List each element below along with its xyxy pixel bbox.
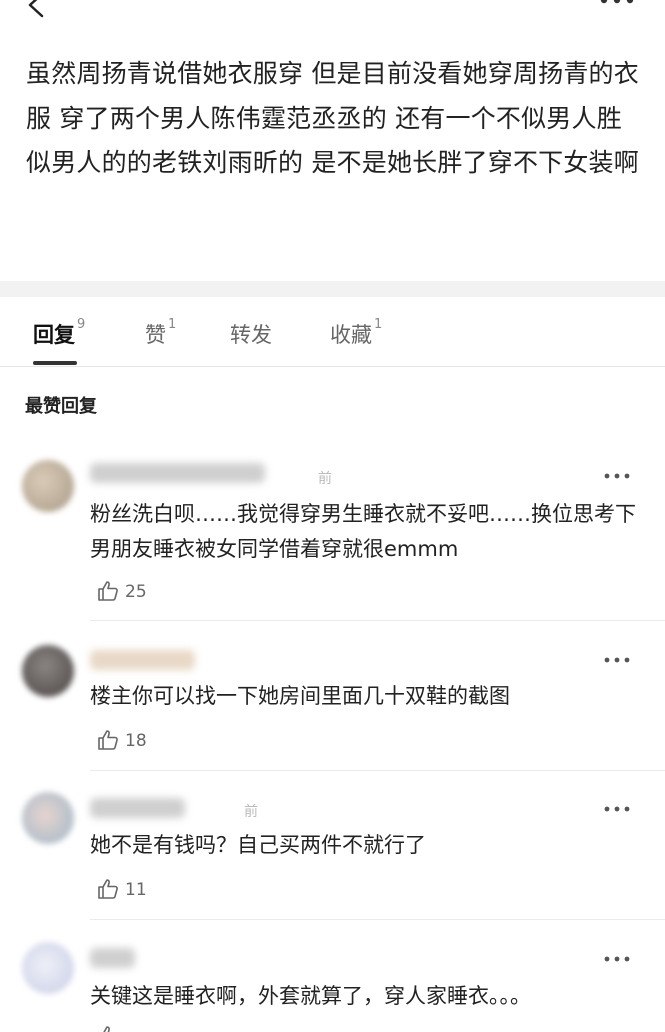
more-options-icon[interactable] <box>599 0 635 6</box>
tab-favorites-label: 收藏 <box>330 323 372 347</box>
tab-replies-label: 回复 <box>33 323 75 347</box>
like-count: 18 <box>125 731 147 751</box>
tab-replies[interactable]: 回复 9 <box>33 317 86 349</box>
avatar[interactable] <box>22 645 74 697</box>
thumbs-up-icon <box>98 730 118 750</box>
tab-favorites-count: 1 <box>374 317 383 332</box>
comment-text: 她不是有钱吗？自己买两件不就行了 <box>90 833 426 857</box>
tab-reposts[interactable]: 转发 <box>230 319 274 349</box>
tab-likes-label: 赞 <box>145 323 166 347</box>
username-blurred[interactable] <box>90 463 265 483</box>
thumbs-up-icon <box>103 1026 110 1032</box>
section-divider <box>0 281 665 297</box>
username-blurred[interactable] <box>90 948 135 968</box>
avatar[interactable] <box>22 942 74 994</box>
top-replies-heading: 最赞回复 <box>25 396 97 417</box>
back-arrow-icon[interactable] <box>22 0 48 18</box>
username-blurred[interactable] <box>90 798 185 818</box>
comment-divider <box>90 919 665 920</box>
comment-text: 粉丝洗白呗……我觉得穿男生睡衣就不妥吧……换位思考下男朋友睡衣被女同学借着穿就很… <box>90 502 636 561</box>
comment-text: 楼主你可以找一下她房间里面几十双鞋的截图 <box>90 684 510 708</box>
comment-time: 前 <box>244 804 258 820</box>
like-count: 25 <box>125 582 147 602</box>
interaction-tabs: 回复 9 赞1 转发 收藏 1 <box>0 297 665 367</box>
comment-more-icon[interactable] <box>604 955 630 963</box>
post-body-text: 虽然周扬青说借她衣服穿 但是目前没看她穿周扬青的衣服 穿了两个男人陈伟霆范丞丞的… <box>26 59 639 177</box>
comment-text: 关键这是睡衣啊，外套就算了，穿人家睡衣。。。 <box>90 984 531 1008</box>
thumbs-up-icon <box>98 879 118 899</box>
tab-favorites[interactable]: 收藏 1 <box>330 317 383 349</box>
comment-more-icon[interactable] <box>604 472 630 480</box>
comment-divider <box>90 620 665 621</box>
comment-divider <box>90 770 665 771</box>
top-bar <box>0 0 665 22</box>
comment-more-icon[interactable] <box>604 656 630 664</box>
comment-more-icon[interactable] <box>604 805 630 813</box>
like-count: 11 <box>125 880 147 900</box>
username-blurred[interactable] <box>90 650 195 670</box>
comment-time: 前 <box>318 471 332 487</box>
avatar[interactable] <box>22 460 74 512</box>
tab-reposts-label: 转发 <box>230 323 272 347</box>
tab-likes[interactable]: 赞1 <box>145 317 177 349</box>
avatar[interactable] <box>22 792 74 844</box>
tab-likes-count: 1 <box>168 317 177 332</box>
active-tab-indicator <box>33 361 77 365</box>
tab-replies-count: 9 <box>77 317 86 332</box>
thumbs-up-icon <box>98 581 118 601</box>
